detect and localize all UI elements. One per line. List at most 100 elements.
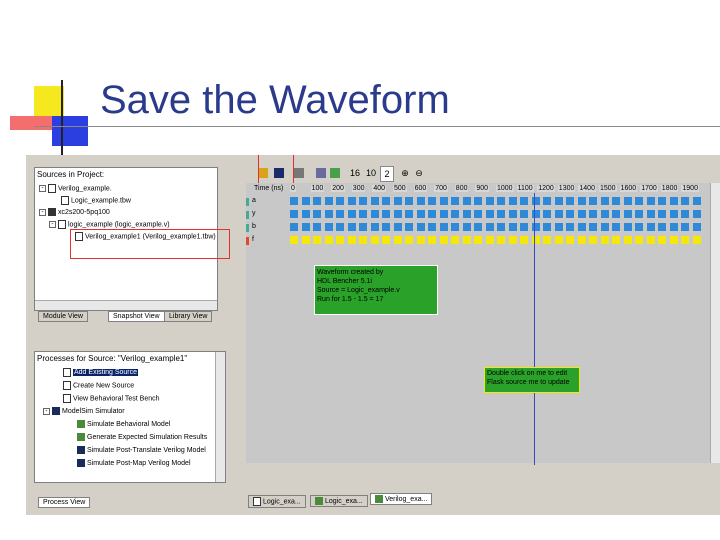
- wave-cell[interactable]: [428, 197, 436, 205]
- wave-cell[interactable]: [359, 210, 367, 218]
- wave-cell[interactable]: [405, 236, 413, 244]
- wave-cell[interactable]: [554, 197, 563, 205]
- header-annotation[interactable]: Waveform created by HDL Bencher 5.1i Sou…: [314, 265, 438, 315]
- wave-cell[interactable]: [313, 197, 321, 205]
- wave-cell[interactable]: [359, 197, 367, 205]
- tab-process-view[interactable]: Process View: [38, 497, 91, 508]
- wave-cell[interactable]: [405, 197, 413, 205]
- wave-cell[interactable]: [577, 236, 586, 244]
- zoom-10-button[interactable]: 10: [364, 166, 378, 180]
- wave-cell[interactable]: [543, 210, 551, 218]
- tab-snapshot-view[interactable]: Snapshot View: [108, 311, 165, 322]
- wave-cell[interactable]: [658, 197, 666, 205]
- wave-cell[interactable]: [428, 223, 436, 231]
- wave-cell[interactable]: [474, 223, 482, 231]
- wave-cell[interactable]: [336, 236, 344, 244]
- wave-cell[interactable]: [462, 223, 471, 231]
- tab-library-view[interactable]: Library View: [164, 311, 213, 322]
- wave-cell[interactable]: [589, 197, 597, 205]
- wave-cell[interactable]: [416, 236, 425, 244]
- process-modelsim[interactable]: - ModelSim Simulator: [43, 407, 125, 415]
- collapse-icon[interactable]: -: [39, 208, 46, 216]
- wave-cell[interactable]: [324, 210, 333, 218]
- wave-cell[interactable]: [405, 210, 413, 218]
- wave-cell[interactable]: [577, 210, 586, 218]
- wave-cell[interactable]: [301, 197, 310, 205]
- signal-name[interactable]: b: [252, 223, 256, 230]
- wave-cell[interactable]: [543, 236, 551, 244]
- tree-item-logic[interactable]: - logic_example (logic_example.v): [49, 220, 170, 229]
- wave-cell[interactable]: [474, 236, 482, 244]
- wave-cell[interactable]: [313, 223, 321, 231]
- wave-cell[interactable]: [301, 236, 310, 244]
- wave-cell[interactable]: [451, 197, 459, 205]
- zoom-in-icon[interactable]: ⊕: [400, 166, 410, 180]
- wave-cell[interactable]: [692, 210, 701, 218]
- wave-cell[interactable]: [382, 197, 390, 205]
- wave-cell[interactable]: [635, 236, 643, 244]
- wave-cell[interactable]: [635, 197, 643, 205]
- wave-cell[interactable]: [508, 197, 517, 205]
- wave-cell[interactable]: [428, 210, 436, 218]
- wave-cell[interactable]: [439, 236, 448, 244]
- wave-cell[interactable]: [658, 236, 666, 244]
- wave-cell[interactable]: [508, 223, 517, 231]
- process-view-testbench[interactable]: View Behavioral Test Bench: [63, 394, 160, 403]
- wave-cell[interactable]: [600, 223, 609, 231]
- wave-cell[interactable]: [543, 223, 551, 231]
- wave-cell[interactable]: [382, 223, 390, 231]
- wave-cell[interactable]: [439, 210, 448, 218]
- wave-cell[interactable]: [370, 210, 379, 218]
- wave-cell[interactable]: [508, 236, 517, 244]
- wave-cell[interactable]: [531, 236, 540, 244]
- wave-cell[interactable]: [566, 223, 574, 231]
- wave-cell[interactable]: [681, 223, 689, 231]
- wave-cell[interactable]: [681, 210, 689, 218]
- horizontal-scrollbar[interactable]: [35, 300, 217, 310]
- wave-cell[interactable]: [382, 236, 390, 244]
- wave-cell[interactable]: [290, 197, 298, 205]
- wave-cell[interactable]: [382, 210, 390, 218]
- wave-cell[interactable]: [658, 210, 666, 218]
- wave-cell[interactable]: [566, 236, 574, 244]
- edit-annotation[interactable]: Double click on me to edit Flask source …: [484, 367, 580, 393]
- wave-cell[interactable]: [347, 210, 356, 218]
- wave-cell[interactable]: [451, 210, 459, 218]
- tab-module-view[interactable]: Module View: [38, 311, 88, 322]
- wave-cell[interactable]: [577, 223, 586, 231]
- wave-cell[interactable]: [520, 210, 528, 218]
- wave-cell[interactable]: [313, 210, 321, 218]
- wave-cell[interactable]: [692, 197, 701, 205]
- wave-cell[interactable]: [669, 236, 678, 244]
- wave-cell[interactable]: [681, 236, 689, 244]
- wave-cell[interactable]: [520, 197, 528, 205]
- wave-cell[interactable]: [324, 236, 333, 244]
- zoom-2-button[interactable]: 2: [380, 166, 394, 182]
- process-add-existing[interactable]: Add Existing Source: [63, 368, 139, 377]
- wave-cell[interactable]: [520, 223, 528, 231]
- properties-icon[interactable]: [294, 168, 304, 178]
- wave-cell[interactable]: [347, 223, 356, 231]
- wave-cell[interactable]: [301, 210, 310, 218]
- process-sim-post-translate[interactable]: Simulate Post-Translate Verilog Model: [77, 446, 206, 454]
- vertical-scrollbar[interactable]: [215, 352, 225, 482]
- wave-cell[interactable]: [520, 236, 528, 244]
- wave-cell[interactable]: [669, 210, 678, 218]
- wave-cell[interactable]: [646, 210, 655, 218]
- wave-cell[interactable]: [416, 197, 425, 205]
- wave-cell[interactable]: [589, 210, 597, 218]
- wave-cell[interactable]: [554, 236, 563, 244]
- wave-cell[interactable]: [462, 236, 471, 244]
- wave-cell[interactable]: [370, 197, 379, 205]
- wave-cell[interactable]: [336, 197, 344, 205]
- wave-cell[interactable]: [658, 223, 666, 231]
- wave-cell[interactable]: [508, 210, 517, 218]
- doc-tab-logic-1[interactable]: Logic_exa...: [248, 495, 306, 508]
- tree-item-tbw[interactable]: Logic_example.tbw: [61, 196, 131, 205]
- tree-item-project[interactable]: - Verilog_example.: [39, 184, 112, 193]
- collapse-icon[interactable]: -: [43, 407, 50, 415]
- time-cursor[interactable]: [534, 193, 535, 465]
- wave-cell[interactable]: [347, 197, 356, 205]
- wave-cell[interactable]: [347, 236, 356, 244]
- wave-cell[interactable]: [623, 223, 632, 231]
